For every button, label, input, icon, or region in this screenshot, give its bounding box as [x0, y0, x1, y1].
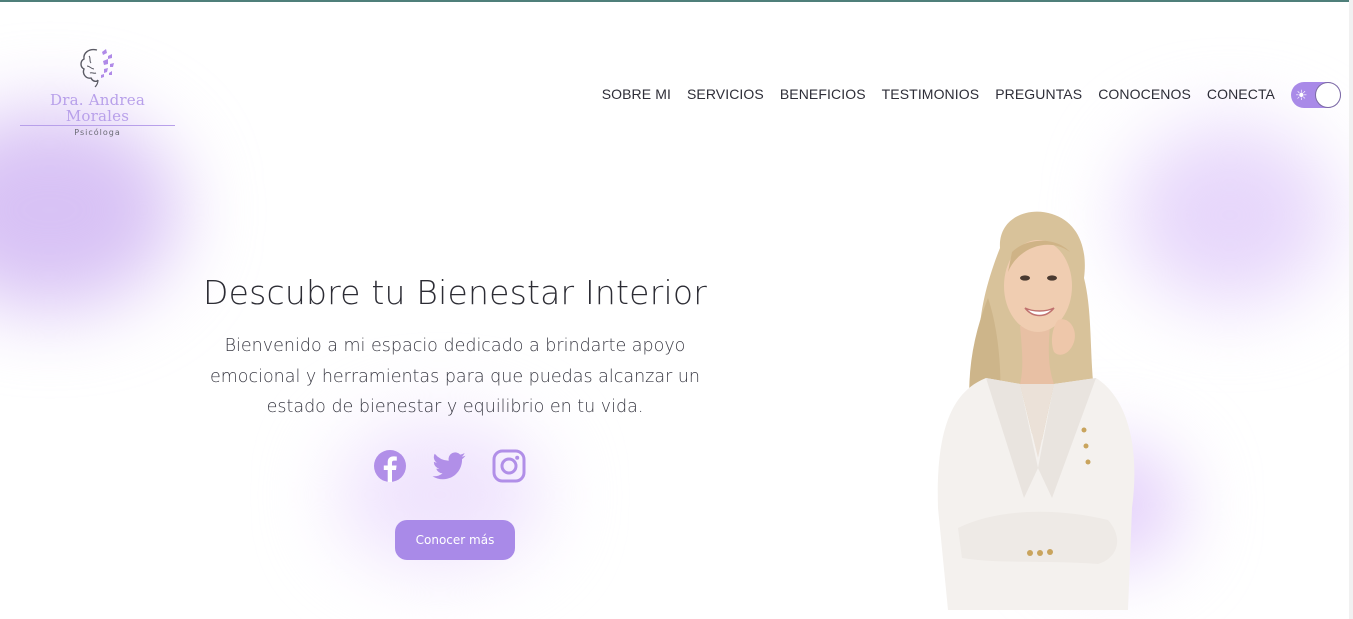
brain-butterflies-icon	[79, 48, 114, 88]
portrait-photo	[937, 211, 1135, 610]
instagram-icon[interactable]	[491, 448, 527, 484]
nav-item-testimonios[interactable]: TESTIMONIOS	[874, 85, 988, 103]
hero-text-line: estado de bienestar y equilibrio en tu v…	[266, 397, 644, 417]
nav-item-sobre-mi[interactable]: SOBRE MI	[594, 85, 679, 103]
nav-item-beneficios[interactable]: BENEFICIOS	[772, 85, 874, 103]
toggle-knob	[1316, 83, 1340, 107]
brand-logo[interactable]: Dra. Andrea Morales Psicóloga	[20, 44, 175, 137]
sun-icon: ☀	[1295, 87, 1308, 103]
learn-more-button[interactable]: Conocer más	[395, 520, 515, 560]
hero-title: Descubre tu Bienestar Interior	[203, 273, 707, 312]
twitter-icon[interactable]	[431, 448, 467, 484]
landing-page: Dra. Andrea Morales Psicóloga SOBRE MI S…	[0, 0, 1353, 619]
social-links	[370, 448, 530, 486]
top-accent-line	[0, 0, 1353, 2]
decorative-blob	[1125, 125, 1335, 305]
nav-item-preguntas[interactable]: PREGUNTAS	[987, 85, 1090, 103]
hero-description: Bienvenido a mi espacio dedicado a brind…	[200, 331, 710, 423]
nav-item-conecta[interactable]: CONECTA	[1199, 85, 1283, 103]
decorative-blob	[0, 110, 180, 310]
hero-text-line: Bienvenido a mi espacio dedicado a brind…	[224, 336, 686, 356]
nav-item-conocenos[interactable]: CONOCENOS	[1090, 85, 1199, 103]
theme-toggle[interactable]: ☀	[1291, 82, 1341, 108]
hero-text-line: emocional y herramientas para que puedas…	[209, 366, 701, 387]
main-nav: SOBRE MI SERVICIOS BENEFICIOS TESTIMONIO…	[594, 85, 1283, 103]
page-scrollbar[interactable]	[1349, 0, 1353, 619]
brand-subtitle: Psicóloga	[74, 128, 121, 137]
nav-item-servicios[interactable]: SERVICIOS	[679, 85, 772, 103]
brand-name: Dra. Andrea Morales	[20, 92, 175, 126]
facebook-icon[interactable]	[372, 448, 408, 484]
